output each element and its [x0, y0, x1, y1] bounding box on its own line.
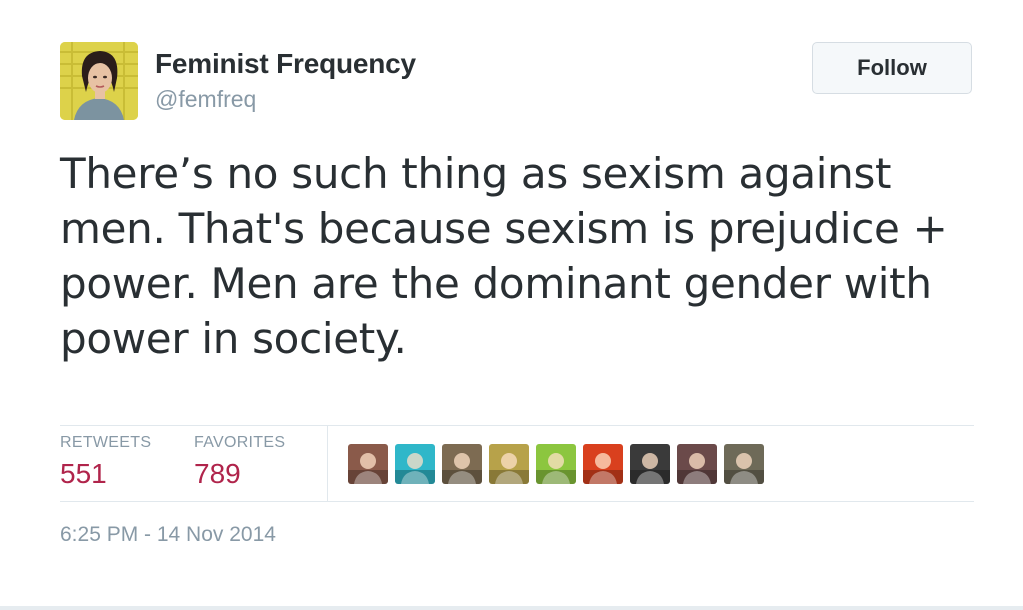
stats-top-divider — [60, 425, 974, 426]
favoriter-avatar-6-icon — [583, 444, 623, 484]
favoriter-avatar-9-icon — [724, 444, 764, 484]
favoriter-avatar-2-icon — [395, 444, 435, 484]
favoriter-avatar-7-icon — [630, 444, 670, 484]
author-avatar[interactable] — [60, 42, 138, 120]
follow-button[interactable]: Follow — [812, 42, 972, 94]
author-display-name[interactable]: Feminist Frequency — [155, 48, 416, 80]
favoriter-avatar-5-icon — [536, 444, 576, 484]
favoriter-avatar[interactable] — [724, 444, 764, 484]
favoriter-avatar[interactable] — [442, 444, 482, 484]
favoriter-avatar-1-icon — [348, 444, 388, 484]
stats-bottom-divider — [60, 501, 974, 502]
favoriter-avatar[interactable] — [630, 444, 670, 484]
favoriter-avatar-4-icon — [489, 444, 529, 484]
favoriter-avatar[interactable] — [395, 444, 435, 484]
favoriter-avatar[interactable] — [583, 444, 623, 484]
favoriter-avatar-8-icon — [677, 444, 717, 484]
favoriter-avatar-3-icon — [442, 444, 482, 484]
retweets-label: RETWEETS — [60, 434, 152, 451]
card-bottom-border — [0, 606, 1023, 610]
stats-vertical-divider — [327, 426, 328, 501]
author-screen-name[interactable]: @femfreq — [155, 86, 256, 113]
retweets-stat[interactable]: RETWEETS 551 — [60, 434, 151, 490]
tweet-timestamp[interactable]: 6:25 PM - 14 Nov 2014 — [60, 523, 276, 547]
favoriter-avatar[interactable] — [489, 444, 529, 484]
favorites-stat[interactable]: FAVORITES 789 — [194, 434, 285, 490]
favorites-label: FAVORITES — [194, 434, 286, 451]
favoriter-avatar[interactable] — [536, 444, 576, 484]
user-avatar-photo-icon — [60, 42, 138, 120]
tweet-text: There’s no such thing as sexism against … — [60, 149, 948, 363]
favoriter-avatar[interactable] — [348, 444, 388, 484]
favoriter-avatar[interactable] — [677, 444, 717, 484]
tweet-card: Feminist Frequency @femfreq Follow There… — [0, 0, 1023, 610]
favorites-count: 789 — [194, 458, 241, 489]
retweets-count: 551 — [60, 458, 107, 489]
